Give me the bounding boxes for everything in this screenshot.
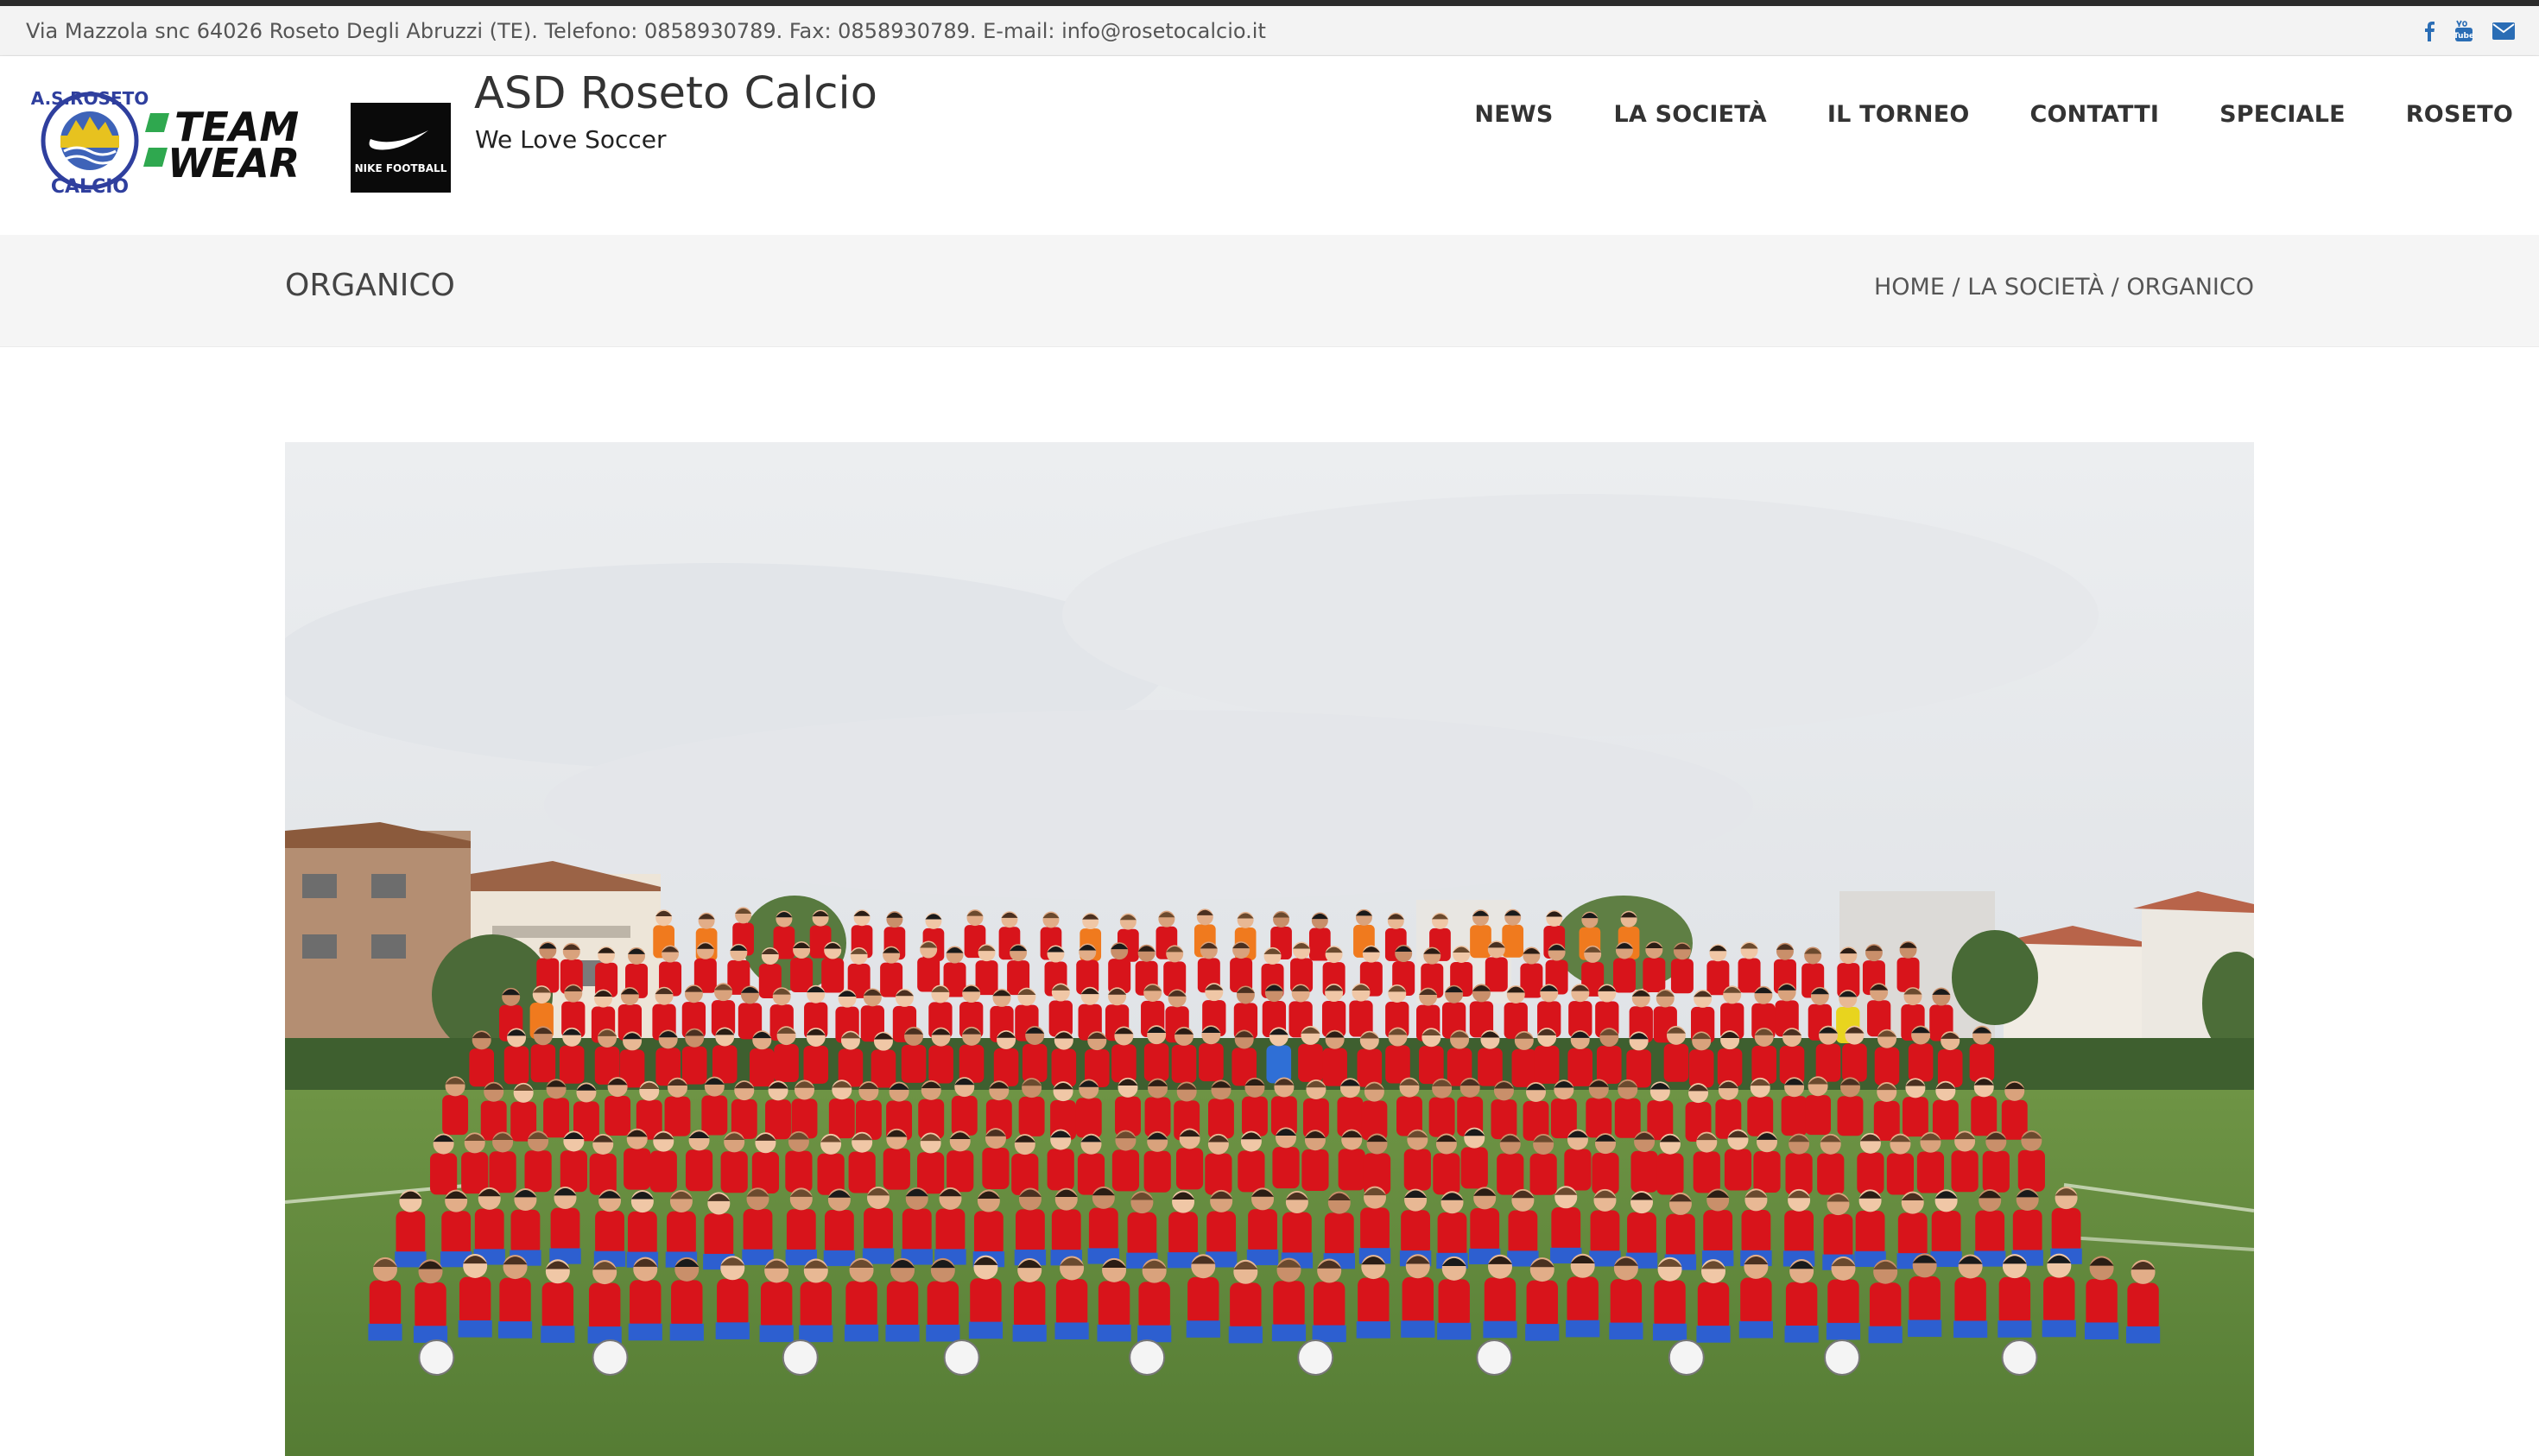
site-title[interactable]: ASD Roseto Calcio [474,68,877,119]
facebook-icon[interactable] [2423,21,2435,41]
sponsor-logos[interactable]: A.S.ROSETO CALCIO TEAM WEAR NIKE FOOTBAL… [29,82,453,212]
top-info-bar: Via Mazzola snc 64026 Roseto Degli Abruz… [0,6,2539,56]
svg-text:WEAR: WEAR [168,140,300,187]
envelope-icon[interactable] [2492,22,2515,40]
page-title-bar: ORGANICO HOME / LA SOCIETÀ / ORGANICO [0,235,2539,347]
nike-football-logo: NIKE FOOTBALL [351,103,451,193]
breadcrumb-la-societa[interactable]: LA SOCIETÀ [1967,274,2104,301]
svg-text:A.S.ROSETO: A.S.ROSETO [31,88,149,109]
club-crest-logo: A.S.ROSETO CALCIO [31,88,149,198]
top-accent-line [0,0,2539,6]
main-navigation: NEWS LA SOCIETÀ IL TORNEO CONTATTI SPECI… [1474,101,2513,128]
breadcrumb-separator: / [2112,274,2127,301]
breadcrumb-separator: / [1953,274,1968,301]
contact-info: Via Mazzola snc 64026 Roseto Degli Abruz… [26,6,1266,56]
site-tagline: We Love Soccer [475,125,667,154]
nav-item-il-torneo[interactable]: IL TORNEO [1827,101,1970,128]
nav-item-contatti[interactable]: CONTATTI [2030,101,2160,128]
social-links: Tube [2423,16,2515,46]
svg-text:CALCIO: CALCIO [51,176,129,198]
page-title: ORGANICO [285,268,455,303]
teamwear-logo: TEAM WEAR [143,104,300,187]
site-header: A.S.ROSETO CALCIO TEAM WEAR NIKE FOOTBAL… [0,56,2539,235]
breadcrumb: HOME / LA SOCIETÀ / ORGANICO [1874,274,2254,301]
svg-text:Tube: Tube [2454,32,2473,41]
nav-item-la-societa[interactable]: LA SOCIETÀ [1613,101,1766,128]
breadcrumb-current: ORGANICO [2126,274,2254,301]
team-group-photo [285,442,2254,1456]
nav-item-roseto[interactable]: ROSETO [2406,101,2513,128]
nav-item-speciale[interactable]: SPECIALE [2219,101,2346,128]
youtube-icon[interactable]: Tube [2454,20,2473,42]
svg-text:NIKE FOOTBALL: NIKE FOOTBALL [355,162,447,174]
breadcrumb-home[interactable]: HOME [1874,274,1945,301]
nav-item-news[interactable]: NEWS [1474,101,1553,128]
